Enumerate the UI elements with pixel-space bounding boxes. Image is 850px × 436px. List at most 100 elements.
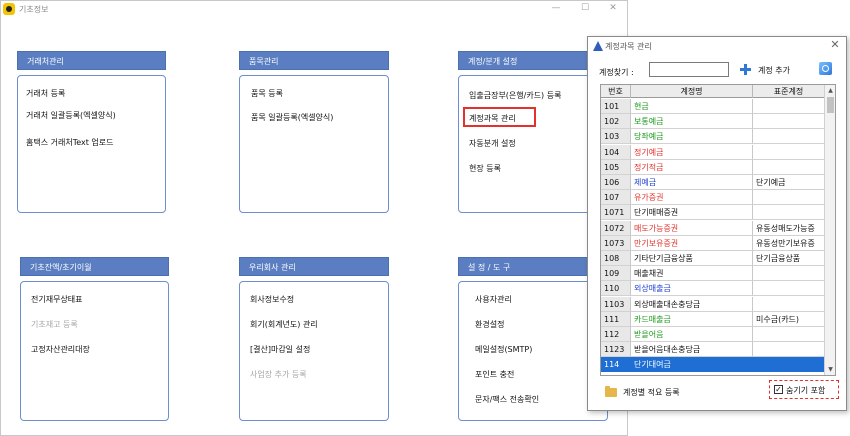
cell-standard-account: 유동성매도가능증 [753, 220, 825, 236]
table-row[interactable]: 114 단기대여금 [601, 357, 825, 373]
table-row[interactable]: 101 현금 [601, 99, 825, 114]
menu-item-bulk-register[interactable]: 품목 일괄등록(엑셀양식) [251, 112, 333, 123]
main-window: 기초정보 — ☐ ✕ 거래처관리 거래처 등록 거래처 일괄등록(엑셀양식) 홈… [0, 0, 628, 436]
cell-account-name: 보통예금 [631, 114, 753, 130]
panel-body: 사용자관리 환경설정 메일설정(SMTP) 포인트 충전 문자/팩스 전송확인 [458, 281, 608, 421]
panel-title: 설 정 / 도 구 [458, 257, 608, 276]
cell-standard-account [753, 342, 825, 358]
menu-point-charge[interactable]: 포인트 충전 [475, 369, 514, 380]
scroll-thumb[interactable] [827, 97, 834, 113]
cell-account-name: 만기보유증권 [631, 235, 753, 251]
menu-mail-settings[interactable]: 메일설정(SMTP) [475, 344, 532, 355]
vertical-scrollbar[interactable]: ▲ ▼ [824, 85, 835, 375]
cell-standard-account [753, 190, 825, 206]
panel-title: 계정/분개 설정 [458, 51, 608, 70]
cell-code: 103 [601, 129, 631, 145]
cell-code: 114 [601, 357, 631, 373]
cell-account-name: 당좌예금 [631, 129, 753, 145]
cell-code: 1103 [601, 296, 631, 312]
include-hidden-label: 숨기기 포함 [786, 386, 826, 395]
panel-body: 입출금장부(은행/카드) 등록 계정과목 관리 자동분개 설정 현장 등록 [458, 75, 608, 213]
cell-code: 105 [601, 159, 631, 175]
scroll-down-icon[interactable]: ▼ [825, 364, 835, 375]
dialog-title: 계정과목 관리 [605, 42, 652, 51]
menu-fiscal-year[interactable]: 회기(회계년도) 관리 [250, 319, 318, 330]
folder-open-icon[interactable] [605, 386, 617, 397]
menu-fixed-assets[interactable]: 고정자산관리대장 [31, 344, 90, 355]
account-memo-register-button[interactable]: 계정별 적요 등록 [623, 387, 680, 398]
menu-company-info[interactable]: 회사정보수정 [250, 294, 294, 305]
menu-hometax-upload[interactable]: 홈택스 거래처Text 업로드 [26, 137, 114, 148]
cell-standard-account: 단기예금 [753, 175, 825, 190]
menu-prior-balance-sheet[interactable]: 전기재무상태표 [31, 294, 83, 305]
plus-icon[interactable] [740, 64, 751, 75]
cell-account-name: 정기적금 [631, 159, 753, 175]
menu-auto-journal[interactable]: 자동분개 설정 [469, 138, 516, 149]
menu-customer-bulk-register[interactable]: 거래처 일괄등록(엑셀양식) [26, 110, 116, 121]
table-row[interactable]: 105 정기적금 [601, 159, 825, 175]
table-row[interactable]: 112 받을어음 [601, 327, 825, 342]
window-title: 기초정보 [19, 5, 49, 14]
cell-standard-account [753, 129, 825, 145]
panel-title: 거래처관리 [17, 51, 166, 70]
menu-item-register[interactable]: 품목 등록 [251, 88, 283, 99]
cell-standard-account: 미수금(카드) [753, 311, 825, 327]
table-row[interactable]: 102 보통예금 [601, 114, 825, 130]
panel-body: 회사정보수정 회기(회계년도) 관리 [결산]마감일 설정 사업장 추가 등록 [239, 281, 389, 421]
menu-add-business-site[interactable]: 사업장 추가 등록 [250, 369, 307, 380]
menu-user-manage[interactable]: 사용자관리 [475, 294, 512, 305]
add-account-button[interactable]: 계정 추가 [758, 65, 790, 76]
refresh-icon[interactable] [819, 62, 832, 75]
menu-account-manage[interactable]: 계정과목 관리 [469, 113, 516, 124]
cell-code: 106 [601, 175, 631, 190]
table-row[interactable]: 1103 외상매출대손충당금 [601, 296, 825, 312]
menu-site-register[interactable]: 현장 등록 [469, 163, 501, 174]
minimize-button[interactable]: — [543, 1, 569, 18]
table-row[interactable]: 106 제예금 단기예금 [601, 175, 825, 190]
table-row[interactable]: 109 매출채권 [601, 266, 825, 282]
panel-body: 거래처 등록 거래처 일괄등록(엑셀양식) 홈택스 거래처Text 업로드 [17, 75, 166, 213]
table-row[interactable]: 103 당좌예금 [601, 129, 825, 145]
table-row[interactable]: 1123 받을어음대손충당금 [601, 342, 825, 358]
table-row[interactable]: 110 외상매출금 [601, 281, 825, 297]
column-standard-account[interactable]: 표준계정 [753, 85, 825, 98]
title-bar: 기초정보 — ☐ ✕ [1, 1, 627, 19]
menu-customer-register[interactable]: 거래처 등록 [26, 88, 65, 99]
dialog-close-button[interactable]: ✕ [828, 38, 842, 52]
include-hidden-checkbox[interactable]: ✓ [774, 385, 783, 394]
close-button[interactable]: ✕ [600, 1, 626, 18]
menu-preferences[interactable]: 환경설정 [475, 319, 504, 330]
table-row[interactable]: 104 정기예금 [601, 144, 825, 160]
grid-header: 번호 계정명 표준계정 [601, 85, 825, 98]
menu-opening-inventory[interactable]: 기초재고 등록 [31, 319, 78, 330]
cell-standard-account: 유동성만기보유증 [753, 235, 825, 251]
cell-code: 110 [601, 281, 631, 297]
column-account-name[interactable]: 계정명 [631, 85, 753, 98]
column-code[interactable]: 번호 [601, 85, 631, 98]
table-row[interactable]: 1072 매도가능증권 유동성매도가능증 [601, 220, 825, 236]
cell-code: 111 [601, 311, 631, 327]
table-row[interactable]: 1073 만기보유증권 유동성만기보유증 [601, 235, 825, 251]
table-row[interactable]: 107 유가증권 [601, 190, 825, 206]
cell-code: 112 [601, 327, 631, 342]
cell-code: 104 [601, 144, 631, 160]
panel-title: 품목관리 [239, 51, 389, 70]
cell-code: 109 [601, 266, 631, 282]
cell-standard-account [753, 99, 825, 114]
menu-cashbook-register[interactable]: 입출금장부(은행/카드) 등록 [469, 90, 561, 101]
menu-closing-date[interactable]: [결산]마감일 설정 [250, 344, 310, 355]
menu-sms-fax-check[interactable]: 문자/팩스 전송확인 [475, 394, 539, 405]
cell-standard-account [753, 327, 825, 342]
include-hidden-toggle[interactable]: ✓ 숨기기 포함 [769, 380, 839, 399]
table-row[interactable]: 108 기타단기금융상품 단기금융상품 [601, 251, 825, 266]
cell-account-name: 매도가능증권 [631, 220, 753, 236]
maximize-button[interactable]: ☐ [572, 1, 598, 18]
scroll-up-icon[interactable]: ▲ [825, 85, 835, 96]
account-search-input[interactable] [649, 62, 729, 77]
cell-standard-account [753, 266, 825, 282]
table-row[interactable]: 1071 단기매매증권 [601, 205, 825, 221]
app-logo-icon [3, 3, 15, 15]
cell-standard-account: 단기금융상품 [753, 251, 825, 266]
screen: 기초정보 — ☐ ✕ 거래처관리 거래처 등록 거래처 일괄등록(엑셀양식) 홈… [0, 0, 850, 436]
table-row[interactable]: 111 카드매출금 미수금(카드) [601, 311, 825, 327]
